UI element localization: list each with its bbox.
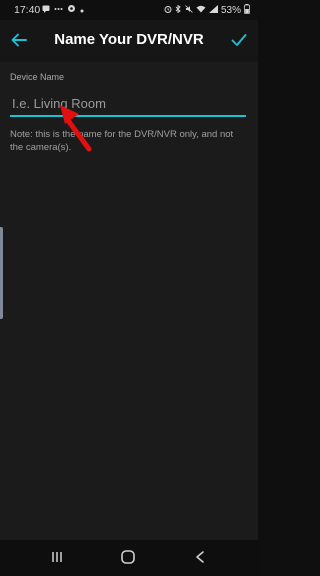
wifi-icon: [196, 5, 206, 16]
page-title: Name Your DVR/NVR: [54, 31, 204, 48]
confirm-button[interactable]: [228, 30, 250, 52]
device-name-label: Device Name: [10, 72, 65, 82]
status-bar: 17:40 53%: [0, 0, 258, 20]
app-screen: 17:40 53% Name Your DVR/NVR Device Name …: [0, 0, 258, 576]
mute-icon: [185, 5, 193, 16]
check-icon: [231, 33, 247, 50]
annotation-arrow: [60, 105, 92, 152]
bluetooth-icon: [175, 4, 182, 16]
navigation-bar: [0, 540, 258, 576]
battery-percent: 53%: [220, 5, 241, 16]
alarm-icon: [164, 5, 172, 16]
status-right-icons: 53%: [164, 4, 250, 17]
status-time: 17:40: [14, 4, 41, 16]
device-name-note: Note: this is the name for the DVR/NVR o…: [10, 129, 234, 153]
recent-apps-button[interactable]: [47, 549, 67, 567]
back-button[interactable]: [8, 30, 30, 52]
edge-panel-handle[interactable]: [0, 227, 3, 319]
nav-back-button[interactable]: [190, 549, 210, 567]
app-bar: Name Your DVR/NVR: [0, 20, 258, 62]
dot-icon: [80, 5, 84, 16]
arrow-left-icon: [11, 33, 27, 50]
signal-icon: [208, 5, 218, 16]
home-button[interactable]: [118, 549, 138, 567]
chevron-left-icon: [194, 550, 206, 567]
home-icon: [120, 549, 136, 568]
recent-apps-icon: [50, 550, 64, 567]
form-content: Device Name Note: this is the name for t…: [0, 62, 258, 540]
camera-app-icon: [67, 4, 76, 16]
battery-icon: [244, 4, 250, 17]
status-left-icons: [42, 4, 84, 16]
device-name-input[interactable]: [10, 91, 246, 117]
message-icon: [42, 5, 50, 16]
notification-dots-icon: [54, 5, 63, 16]
